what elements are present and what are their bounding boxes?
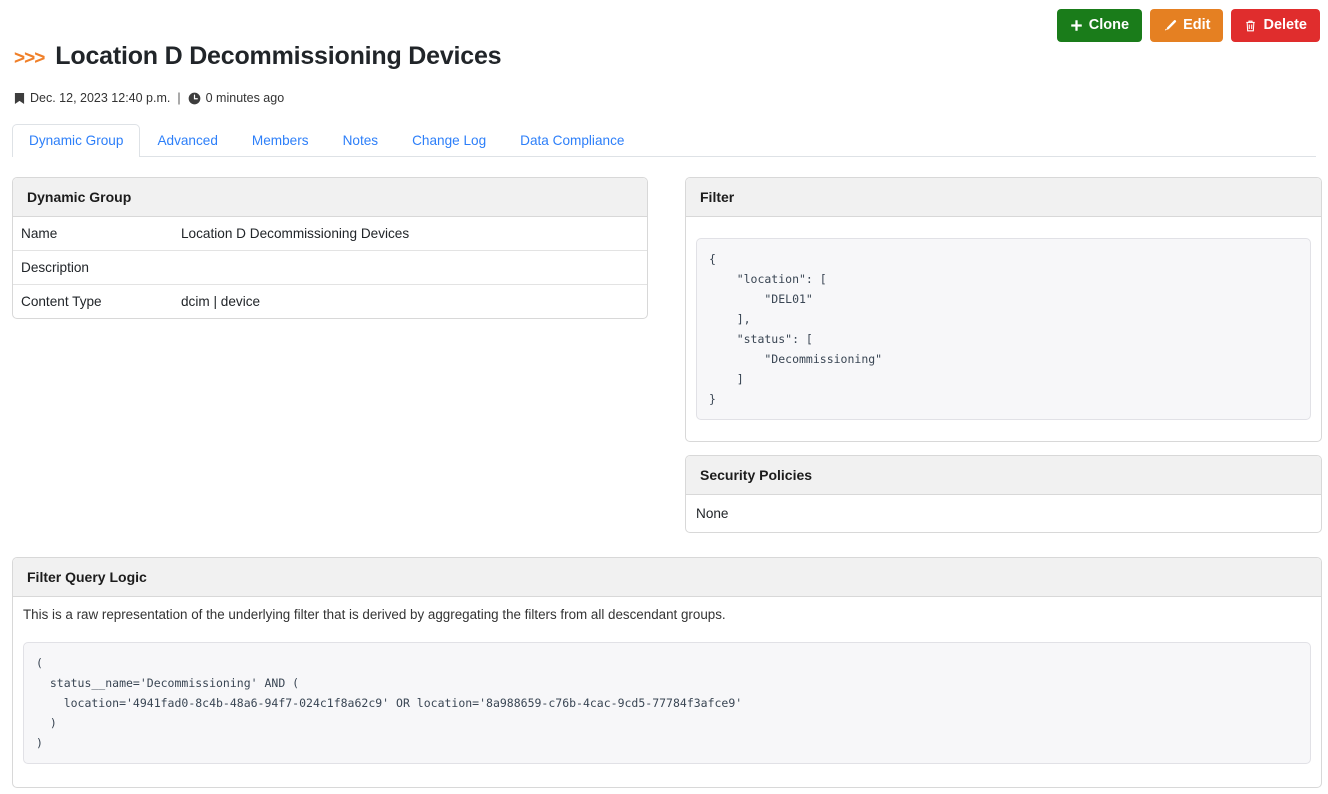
row-value bbox=[173, 251, 647, 285]
clone-button[interactable]: Clone bbox=[1057, 9, 1142, 42]
bookmark-icon bbox=[14, 92, 25, 105]
filter-json-code: { "location": [ "DEL01" ], "status": [ "… bbox=[696, 238, 1311, 420]
dynamic-group-panel: Dynamic Group Name Location D Decommissi… bbox=[12, 177, 648, 319]
page-root: Clone Edit Delete >>> Location D Decommi… bbox=[0, 0, 1328, 794]
plus-icon bbox=[1070, 19, 1083, 32]
security-policies-value: None bbox=[686, 495, 1321, 532]
dynamic-group-table: Name Location D Decommissioning Devices … bbox=[13, 217, 647, 318]
page-title: Location D Decommissioning Devices bbox=[55, 42, 501, 71]
pencil-icon bbox=[1163, 19, 1177, 33]
table-row: Content Type dcim | device bbox=[13, 285, 647, 319]
security-policies-panel-title: Security Policies bbox=[686, 456, 1321, 495]
tab-bar: Dynamic Group Advanced Members Notes Cha… bbox=[12, 122, 1316, 157]
relative-timestamp: 0 minutes ago bbox=[206, 91, 285, 105]
delete-button-label: Delete bbox=[1263, 18, 1307, 33]
filter-panel-title: Filter bbox=[686, 178, 1321, 217]
table-row: Description bbox=[13, 251, 647, 285]
page-actions: Clone Edit Delete bbox=[1057, 9, 1320, 42]
row-value: Location D Decommissioning Devices bbox=[173, 217, 647, 251]
row-key: Name bbox=[13, 217, 173, 251]
filter-query-logic-code-wrap: ( status__name='Decommissioning' AND ( l… bbox=[13, 626, 1321, 787]
trash-icon bbox=[1244, 19, 1257, 33]
row-value: dcim | device bbox=[173, 285, 647, 319]
tab-advanced[interactable]: Advanced bbox=[140, 124, 234, 157]
row-key: Description bbox=[13, 251, 173, 285]
tab-change-log[interactable]: Change Log bbox=[395, 124, 503, 157]
edit-button-label: Edit bbox=[1183, 18, 1210, 33]
tab-notes[interactable]: Notes bbox=[326, 124, 396, 157]
created-timestamp: Dec. 12, 2023 12:40 p.m. bbox=[30, 91, 170, 105]
filter-panel-body: { "location": [ "DEL01" ], "status": [ "… bbox=[686, 217, 1321, 441]
filter-query-logic-description: This is a raw representation of the unde… bbox=[13, 597, 1321, 626]
tab-members[interactable]: Members bbox=[235, 124, 326, 157]
table-row: Name Location D Decommissioning Devices bbox=[13, 217, 647, 251]
tab-data-compliance[interactable]: Data Compliance bbox=[503, 124, 641, 157]
edit-button[interactable]: Edit bbox=[1150, 9, 1223, 42]
breadcrumb: >>> Location D Decommissioning Devices bbox=[14, 42, 501, 71]
clock-icon bbox=[188, 92, 201, 105]
delete-button[interactable]: Delete bbox=[1231, 9, 1320, 42]
filter-query-logic-panel: Filter Query Logic This is a raw represe… bbox=[12, 557, 1322, 788]
clone-button-label: Clone bbox=[1089, 18, 1129, 33]
row-key: Content Type bbox=[13, 285, 173, 319]
dynamic-group-panel-title: Dynamic Group bbox=[13, 178, 647, 217]
filter-query-logic-panel-title: Filter Query Logic bbox=[13, 558, 1321, 597]
chevrons-icon: >>> bbox=[14, 48, 44, 70]
tab-dynamic-group[interactable]: Dynamic Group bbox=[12, 124, 140, 157]
filter-panel: Filter { "location": [ "DEL01" ], "statu… bbox=[685, 177, 1322, 442]
security-policies-panel: Security Policies None bbox=[685, 455, 1322, 533]
page-meta: Dec. 12, 2023 12:40 p.m. | 0 minutes ago bbox=[14, 91, 284, 105]
meta-separator: | bbox=[177, 91, 180, 105]
filter-query-logic-code: ( status__name='Decommissioning' AND ( l… bbox=[23, 642, 1311, 764]
